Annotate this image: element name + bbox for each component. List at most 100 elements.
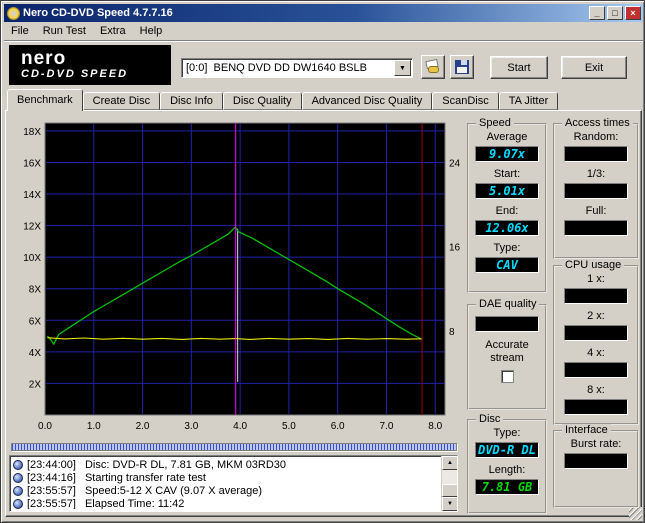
lcd-value-length: 7.81 GB [475, 479, 539, 495]
field-label-8-x: 8 x: [587, 384, 605, 396]
floppy-disk-icon [455, 60, 469, 74]
maximize-button[interactable]: □ [607, 6, 623, 20]
menu-item-run-test[interactable]: Run Test [36, 23, 93, 39]
eject-button[interactable] [421, 55, 445, 79]
interface-caption: Interface [562, 424, 611, 436]
field-label-end: End: [495, 205, 519, 217]
drive-selector[interactable]: [0:0] BENQ DVD DD DW1640 BSLB ▼ [181, 58, 413, 78]
accurate-stream-checkbox[interactable] [500, 370, 514, 383]
close-button[interactable]: × [625, 6, 641, 20]
app-disc-icon [7, 6, 20, 20]
access-times-caption: Access times [562, 117, 633, 129]
tab-disc-quality[interactable]: Disc Quality [222, 92, 302, 110]
log-entry-icon [13, 498, 23, 509]
interface-panel: Interface Burst rate: [553, 424, 639, 508]
tab-benchmark[interactable]: Benchmark [7, 89, 83, 111]
svg-text:12X: 12X [23, 222, 41, 233]
svg-text:18X: 18X [23, 127, 41, 138]
tab-strip: Benchmark Create Disc Disc Info Disc Qualit… [5, 89, 642, 111]
speed-caption: Speed [476, 117, 514, 129]
log-timestamp: [23:44:16] [27, 471, 76, 484]
drive-selector-value: [0:0] BENQ DVD DD DW1640 BSLB [186, 62, 367, 74]
field-label-type: Type: [493, 242, 521, 254]
scroll-down-button[interactable]: ▼ [442, 497, 457, 511]
close-icon: × [630, 7, 636, 18]
nero-product-text: CD-DVD SPEED [21, 67, 129, 80]
log-timestamp: [23:55:57] [27, 497, 76, 510]
save-button[interactable] [450, 55, 474, 79]
menu-bar: File Run Test Extra Help [4, 22, 643, 41]
svg-text:5.0: 5.0 [282, 421, 296, 432]
svg-text:4.0: 4.0 [233, 421, 247, 432]
svg-text:0.0: 0.0 [38, 421, 52, 432]
lcd-value-4-x [564, 362, 628, 378]
svg-text:4X: 4X [29, 348, 42, 359]
log-entry: [23:55:57] Speed:5-12 X CAV (9.07 X avera… [13, 484, 439, 497]
svg-text:6X: 6X [29, 316, 42, 327]
field-label-4-x: 4 x: [587, 347, 605, 359]
lcd-value-average: 9.07x [475, 146, 539, 162]
lcd-value-end: 12.06x [475, 220, 539, 236]
svg-text:2X: 2X [29, 379, 42, 390]
field-label-full: Full: [585, 205, 607, 217]
log-scrollbar[interactable]: ▲ ▼ [441, 456, 457, 511]
field-label-1-x: 1 x: [587, 273, 605, 285]
svg-text:14X: 14X [23, 190, 41, 201]
lcd-value-2-x [564, 325, 628, 341]
svg-text:24: 24 [449, 158, 461, 169]
dae-quality-value [475, 316, 539, 332]
lcd-value-type: CAV [475, 257, 539, 273]
field-label-1-3: 1/3: [586, 168, 606, 180]
tab-disc-info[interactable]: Disc Info [160, 92, 223, 110]
scroll-up-icon: ▲ [447, 460, 453, 466]
disc-caption: Disc [476, 413, 504, 425]
tab-advanced-disc-quality[interactable]: Advanced Disc Quality [301, 92, 433, 110]
tab-create-disc[interactable]: Create Disc [82, 92, 161, 110]
log-timestamp: [23:44:00] [27, 458, 76, 471]
log-entry: [23:44:00] Disc: DVD-R DL, 7.81 GB, MKM 0… [13, 458, 439, 471]
svg-text:8: 8 [449, 327, 455, 338]
test-progress-bar [11, 443, 457, 451]
title-bar[interactable]: Nero CD-DVD Speed 4.7.7.16 _ □ × [4, 4, 643, 22]
minimize-button[interactable]: _ [589, 6, 605, 20]
log-entry: [23:55:57] Elapsed Time: 11:42 [13, 497, 439, 509]
window-title: Nero CD-DVD Speed 4.7.7.16 [23, 7, 173, 19]
tab-scandisc[interactable]: ScanDisc [432, 92, 499, 110]
svg-text:8X: 8X [29, 285, 42, 296]
field-label-random: Random: [573, 131, 619, 143]
exit-button[interactable]: Exit [561, 56, 627, 79]
disc-in-hand-icon [425, 58, 441, 74]
minimize-icon: _ [594, 7, 600, 18]
log-entry-icon [13, 472, 23, 483]
nero-logo: nero CD-DVD SPEED [9, 45, 171, 85]
log-entry-icon [13, 485, 23, 496]
scrollbar-thumb[interactable] [442, 484, 457, 497]
resize-grip[interactable] [629, 507, 642, 520]
start-button[interactable]: Start [490, 56, 548, 79]
lcd-value-type: DVD-R DL [475, 442, 539, 458]
lcd-value-1-3 [564, 183, 628, 199]
field-label-type: Type: [493, 427, 521, 439]
tab-ta-jitter[interactable]: TA Jitter [498, 92, 559, 110]
chevron-down-icon[interactable]: ▼ [394, 60, 411, 76]
lcd-value-8-x [564, 399, 628, 415]
menu-item-file[interactable]: File [4, 23, 36, 39]
app-window: Nero CD-DVD Speed 4.7.7.16 _ □ × File Run… [0, 0, 645, 523]
log-panel[interactable]: [23:44:00] Disc: DVD-R DL, 7.81 GB, MKM 0… [9, 455, 458, 512]
log-message: Starting transfer rate test [84, 471, 206, 484]
svg-text:16: 16 [449, 243, 461, 254]
field-label-average: Average [486, 131, 528, 143]
menu-item-help[interactable]: Help [133, 23, 170, 39]
field-label-burst-rate: Burst rate: [570, 438, 622, 450]
log-message: Speed:5-12 X CAV (9.07 X average) [84, 484, 263, 497]
scroll-up-button[interactable]: ▲ [442, 456, 457, 470]
field-label-length: Length: [488, 464, 526, 476]
menu-item-extra[interactable]: Extra [93, 23, 133, 39]
log-lines: [23:44:00] Disc: DVD-R DL, 7.81 GB, MKM 0… [13, 458, 439, 509]
lcd-value-start: 5.01x [475, 183, 539, 199]
dae-quality-caption: DAE quality [476, 298, 540, 310]
window-controls: _ □ × [589, 6, 641, 20]
svg-text:10X: 10X [23, 253, 41, 264]
lcd-value-1-x [564, 288, 628, 304]
maximize-icon: □ [612, 7, 618, 18]
